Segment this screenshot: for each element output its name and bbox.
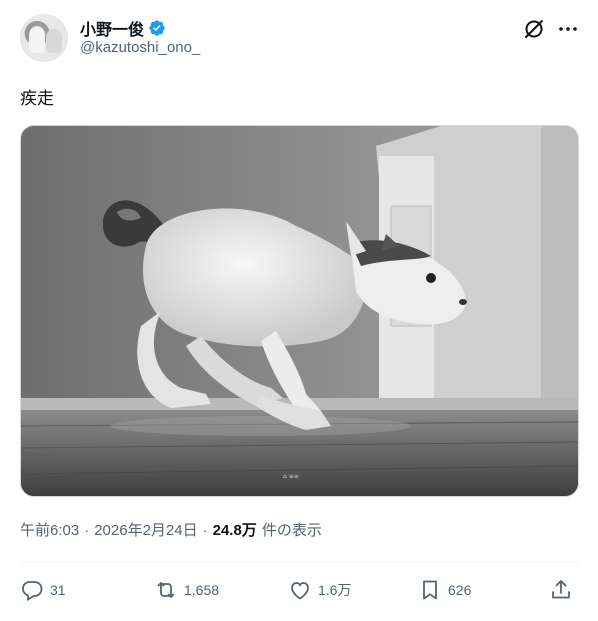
meta-separator: · — [202, 522, 208, 539]
reply-count: 31 — [50, 582, 66, 598]
action-bar: 31 1,658 1.6万 626 — [20, 578, 579, 608]
bookmark-button[interactable]: 626 — [418, 578, 471, 602]
bookmark-count: 626 — [448, 582, 472, 598]
tweet-photo[interactable]: ⌂ ≡≡ — [20, 125, 579, 497]
svg-text:⌂ ≡≡: ⌂ ≡≡ — [283, 473, 299, 480]
like-button[interactable]: 1.6万 — [288, 578, 351, 602]
repost-count: 1,658 — [184, 582, 220, 598]
divider — [20, 561, 579, 562]
share-button[interactable] — [549, 578, 573, 602]
tweet-header: 小野一俊 @kazutoshi_ono_ — [20, 14, 580, 66]
verified-badge-icon — [149, 20, 165, 36]
share-icon — [552, 580, 570, 599]
repost-icon — [157, 582, 175, 598]
repost-button[interactable]: 1,658 — [154, 578, 219, 602]
tweet-meta: 午前6:03 · 2026年2月24日 · 24.8万 件の表示 — [20, 519, 322, 540]
tweet-text: 疾走 — [20, 89, 54, 109]
views-count: 24.8万 — [212, 522, 257, 539]
more-icon[interactable] — [556, 17, 580, 41]
handle[interactable]: @kazutoshi_ono_ — [80, 39, 200, 56]
bookmark-icon — [423, 580, 437, 600]
views-label: 件の表示 — [261, 522, 322, 539]
running-cat-photo: ⌂ ≡≡ — [21, 126, 578, 496]
grok-icon[interactable] — [522, 17, 546, 41]
tweet-date[interactable]: 2026年2月24日 — [94, 519, 197, 540]
avatar[interactable] — [20, 14, 68, 62]
like-count: 1.6万 — [318, 582, 352, 598]
reply-icon — [22, 581, 43, 602]
name-row: 小野一俊 — [80, 16, 166, 40]
reply-button[interactable]: 31 — [20, 578, 66, 602]
heart-icon — [291, 582, 309, 600]
meta-separator: · — [84, 522, 90, 539]
tweet-time[interactable]: 午前6:03 — [20, 519, 79, 540]
display-name[interactable]: 小野一俊 — [80, 16, 144, 40]
